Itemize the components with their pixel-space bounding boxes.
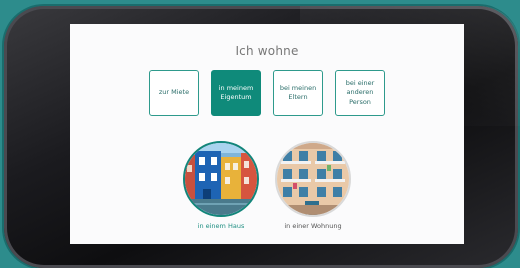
app-screen: Ich wohne zur Miete in meinem Eigentum b… [70, 24, 464, 244]
apartment-option-label: in einer Wohnung [284, 222, 342, 230]
house-option-label: in einem Haus [197, 222, 245, 230]
option-parents[interactable]: bei meinen Eltern [273, 70, 323, 116]
option-own-property[interactable]: in meinem Eigentum [211, 70, 261, 116]
house-option[interactable] [183, 141, 259, 217]
option-other-person[interactable]: bei einer anderen Person [335, 70, 385, 116]
apartment-building-image [277, 143, 349, 215]
option-rent-label: zur Miete [158, 88, 190, 97]
colorful-houses-image [185, 143, 257, 215]
option-parents-label: bei meinen Eltern [279, 83, 317, 101]
option-own-property-label: in meinem Eigentum [218, 83, 254, 101]
option-other-person-label: bei einer anderen Person [345, 78, 375, 106]
apartment-option[interactable] [275, 141, 351, 217]
page-title: Ich wohne [235, 44, 299, 58]
option-rent[interactable]: zur Miete [149, 70, 199, 116]
